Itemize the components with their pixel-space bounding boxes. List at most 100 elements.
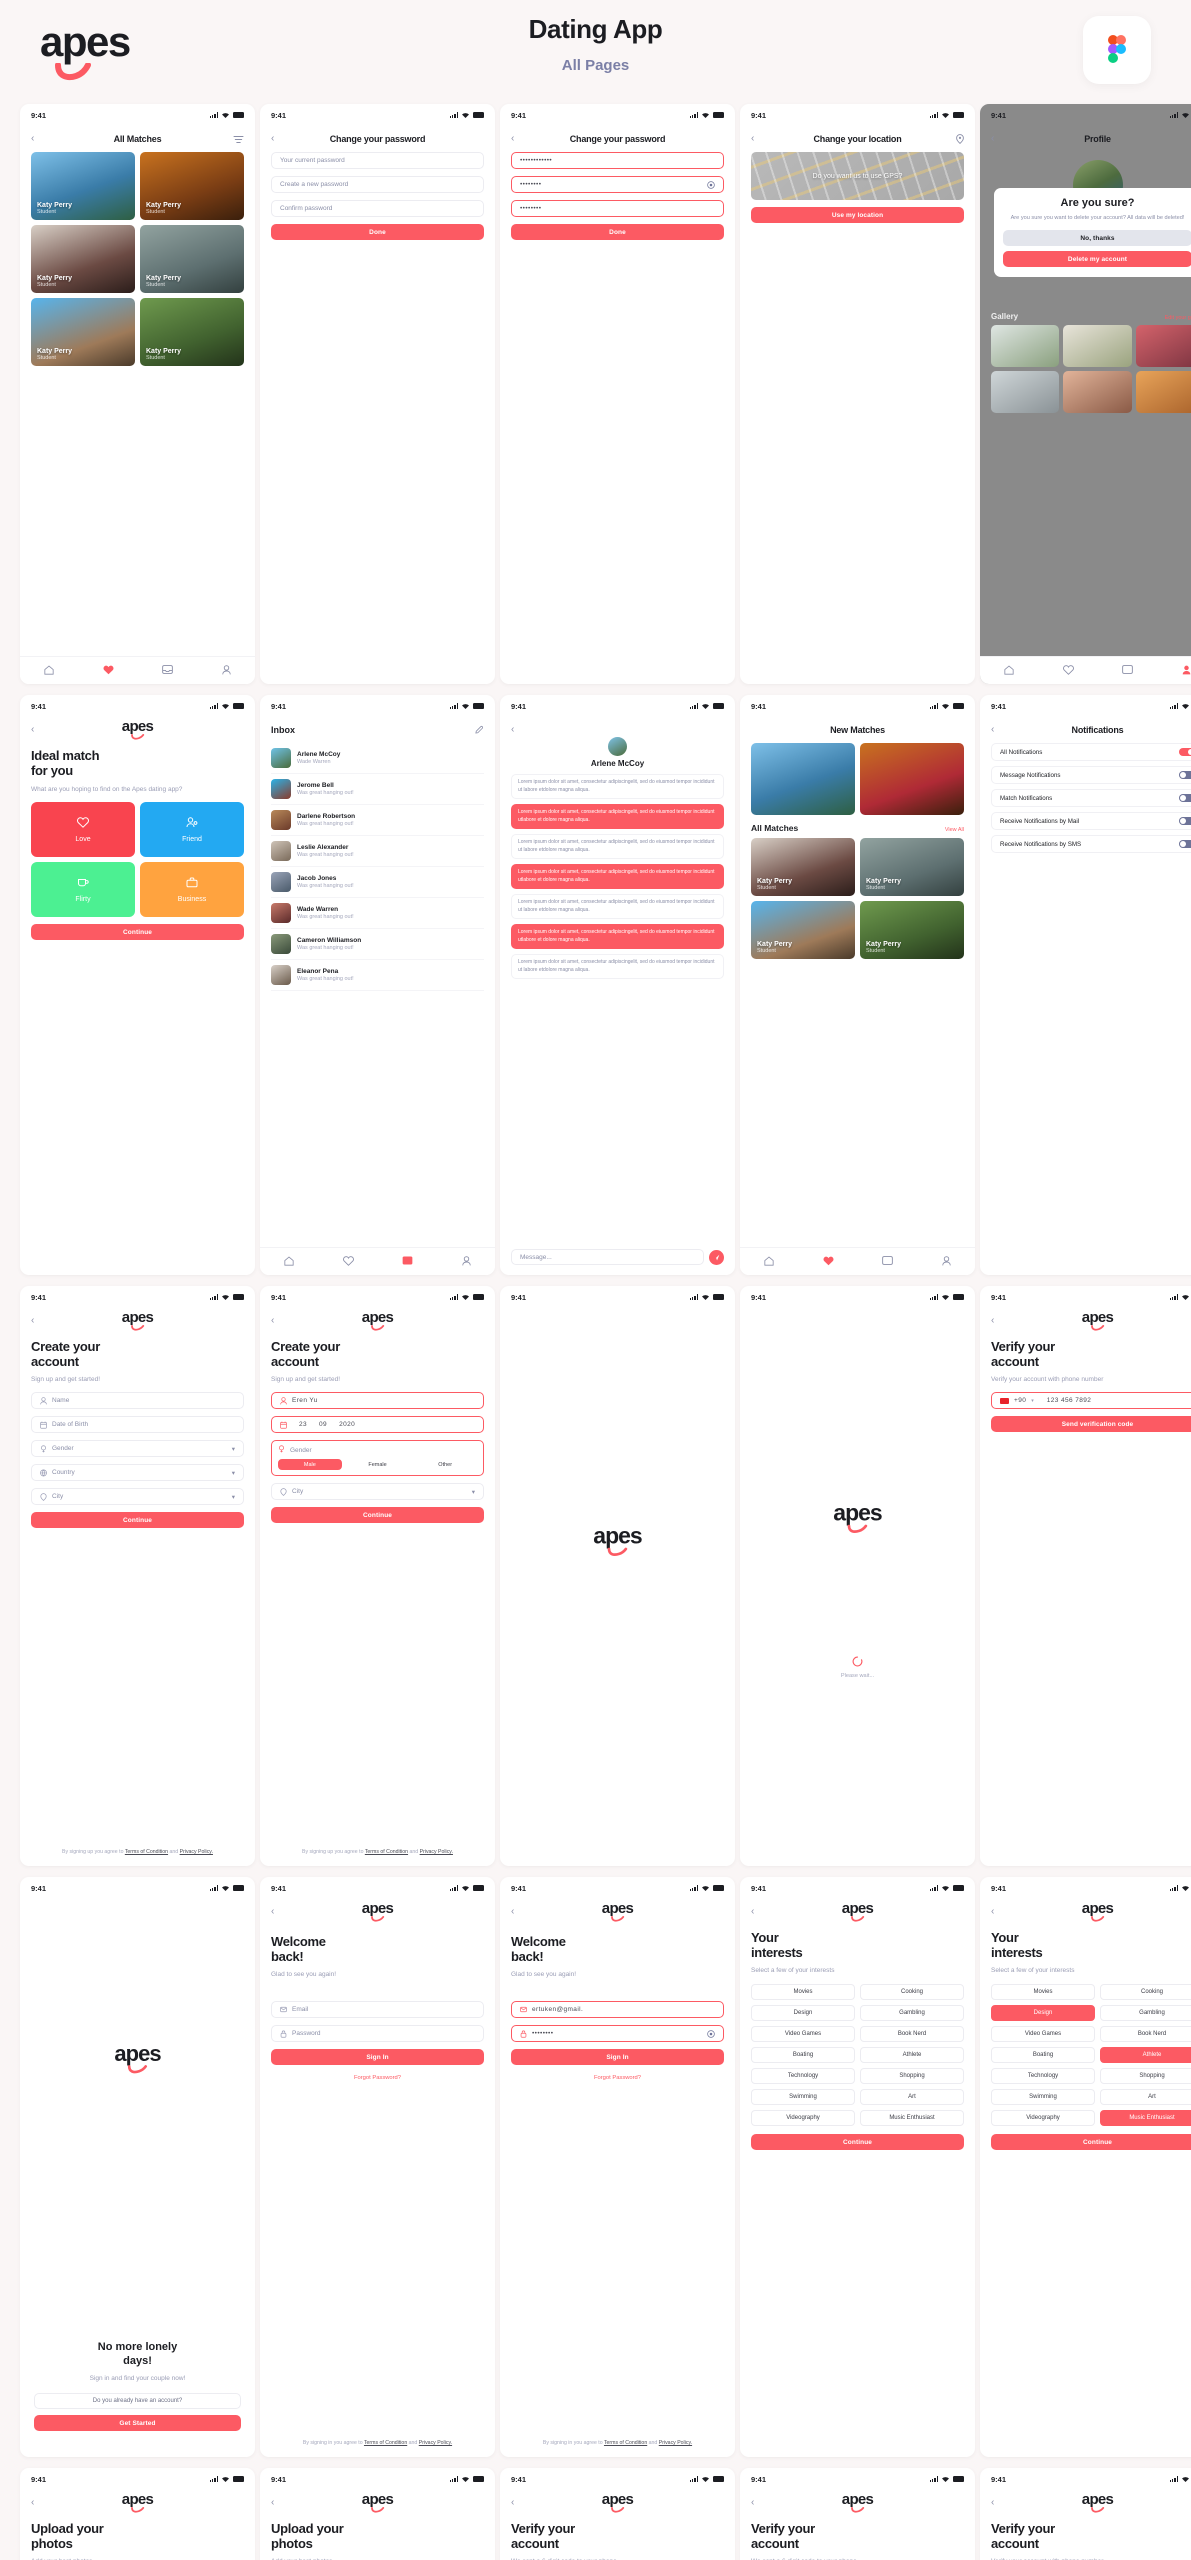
map-preview[interactable]: Do you want us to use GPS? [751,152,964,200]
tab-home[interactable] [284,1255,294,1268]
continue-button[interactable]: Continue [31,1512,244,1529]
inbox-item[interactable]: Jerome Bell Was great hanging out! [271,774,484,805]
privacy-link[interactable]: Privacy Policy. [419,2440,452,2446]
name-field[interactable]: Name [31,1392,244,1410]
toggle-switch[interactable] [1179,793,1191,803]
edit-gallery-link[interactable]: Edit your gallery [1165,315,1191,321]
match-card[interactable]: Katy Perry Student [140,298,244,366]
terms-link[interactable]: Terms of Condition [365,1849,408,1855]
back-button[interactable]: ‹ [991,725,994,735]
pencil-icon[interactable] [475,725,484,736]
dob-month[interactable]: 09 [319,1421,327,1428]
delete-account-button[interactable]: Delete my account [1003,251,1191,268]
interest-chip[interactable]: Movies [751,1984,855,2001]
gender-option-male[interactable]: Male [278,1459,342,1471]
back-button[interactable]: ‹ [31,2498,34,2508]
tab-likes[interactable] [1062,664,1074,677]
interest-chip[interactable]: Technology [751,2068,855,2085]
toggle-switch[interactable] [1179,747,1191,757]
gender-option-other[interactable]: Other [413,1459,478,1471]
interest-chip[interactable]: Boating [991,2047,1095,2064]
toggle-switch[interactable] [1179,816,1191,826]
interest-chip[interactable]: Music Enthusiast [860,2110,964,2127]
city-field[interactable]: City ▾ [271,1483,484,1501]
interest-chip[interactable]: Swimming [991,2089,1095,2106]
continue-button[interactable]: Continue [751,2134,964,2151]
match-card[interactable]: Katy Perry Student [751,838,855,896]
toggle-switch[interactable] [1179,770,1191,780]
new-match-photo[interactable] [751,743,855,815]
inbox-item[interactable]: Eleanor Pena Was great hanging out! [271,960,484,991]
interest-chip[interactable]: Shopping [1100,2068,1191,2085]
sign-in-button[interactable]: Sign In [271,2049,484,2066]
inbox-item[interactable]: Jacob Jones Was great hanging out! [271,867,484,898]
tab-likes[interactable] [342,1255,354,1268]
tab-likes[interactable] [103,665,114,677]
back-button[interactable]: ‹ [271,1907,274,1917]
confirm-password-field[interactable]: •••••••• [511,200,724,217]
interest-chip[interactable]: Shopping [860,2068,964,2085]
match-card[interactable]: Katy Perry Student [31,298,135,366]
notification-row[interactable]: All Notifications [991,743,1191,761]
tab-inbox[interactable] [882,1256,894,1267]
interest-chip[interactable]: Swimming [751,2089,855,2106]
forgot-password-link[interactable]: Forgot Password? [354,2075,401,2081]
toggle-switch[interactable] [1179,839,1191,849]
terms-link[interactable]: Terms of Condition [125,1849,168,1855]
interest-chip[interactable]: Video Games [751,2026,855,2043]
terms-link[interactable]: Terms of Condition [604,2440,647,2446]
back-button[interactable]: ‹ [751,2498,754,2508]
interest-chip[interactable]: Gambling [860,2005,964,2022]
tab-profile[interactable] [462,1255,471,1268]
gallery-photo[interactable] [1063,325,1132,367]
dob-field[interactable]: Date of Birth [31,1416,244,1434]
interest-chip-selected[interactable]: Music Enthusiast [1100,2110,1191,2127]
tab-inbox[interactable] [402,1256,413,1267]
back-button[interactable]: ‹ [511,134,514,144]
notification-row[interactable]: Receive Notifications by SMS [991,835,1191,853]
match-card[interactable]: Katy Perry Student [751,901,855,959]
gender-field[interactable]: Gender Male Female Other [271,1440,484,1477]
back-button[interactable]: ‹ [511,1907,514,1917]
inbox-item[interactable]: Darlene Robertson Was great hanging out! [271,805,484,836]
interest-chip-selected[interactable]: Design [991,2005,1095,2022]
country-code[interactable]: +90 [1014,1397,1026,1404]
dob-field[interactable]: 23 09 2020 [271,1416,484,1434]
gallery-photo[interactable] [1135,371,1191,413]
new-password-field[interactable]: •••••••• [511,176,724,193]
inbox-item[interactable]: Arlene McCoy Wade Warren [271,743,484,774]
city-field[interactable]: City ▾ [31,1488,244,1506]
country-field[interactable]: Country ▾ [31,1464,244,1482]
interest-chip[interactable]: Art [1100,2089,1191,2106]
match-card[interactable]: Katy Perry Student [140,152,244,220]
option-card-business[interactable]: Business [140,862,244,918]
email-field[interactable]: Email [271,2001,484,2019]
cancel-button[interactable]: No, thanks [1003,230,1191,247]
get-started-button[interactable]: Get Started [34,2415,241,2431]
interest-chip-selected[interactable]: Athlete [1100,2047,1191,2064]
inbox-item[interactable]: Wade Warren Was great hanging out! [271,898,484,929]
interest-chip[interactable]: Gambling [1100,2005,1191,2022]
gender-option-female[interactable]: Female [345,1459,410,1471]
inbox-item[interactable]: Cameron Williamson Was great hanging out! [271,929,484,960]
interest-chip[interactable]: Videography [751,2110,855,2127]
new-match-photo[interactable] [860,743,964,815]
dob-day[interactable]: 23 [299,1421,307,1428]
continue-button[interactable]: Continue [991,2134,1191,2151]
option-card-flirty[interactable]: Flirty [31,862,135,918]
tab-profile[interactable] [942,1255,951,1268]
interest-chip[interactable]: Boating [751,2047,855,2064]
interest-chip[interactable]: Technology [991,2068,1095,2085]
privacy-link[interactable]: Privacy Policy. [659,2440,692,2446]
match-card[interactable]: Katy Perry Student [140,225,244,293]
current-password-field[interactable]: •••••••••••• [511,152,724,169]
match-card[interactable]: Katy Perry Student [860,838,964,896]
interest-chip[interactable]: Movies [991,1984,1095,2001]
email-field[interactable]: ertuken@gmail. [511,2001,724,2019]
notification-row[interactable]: Receive Notifications by Mail [991,812,1191,830]
match-card[interactable]: Katy Perry Student [31,152,135,220]
gallery-photo[interactable] [1063,371,1132,413]
eye-icon[interactable] [707,2030,715,2038]
message-input[interactable]: Message... [511,1249,704,1265]
back-button[interactable]: ‹ [31,134,34,144]
